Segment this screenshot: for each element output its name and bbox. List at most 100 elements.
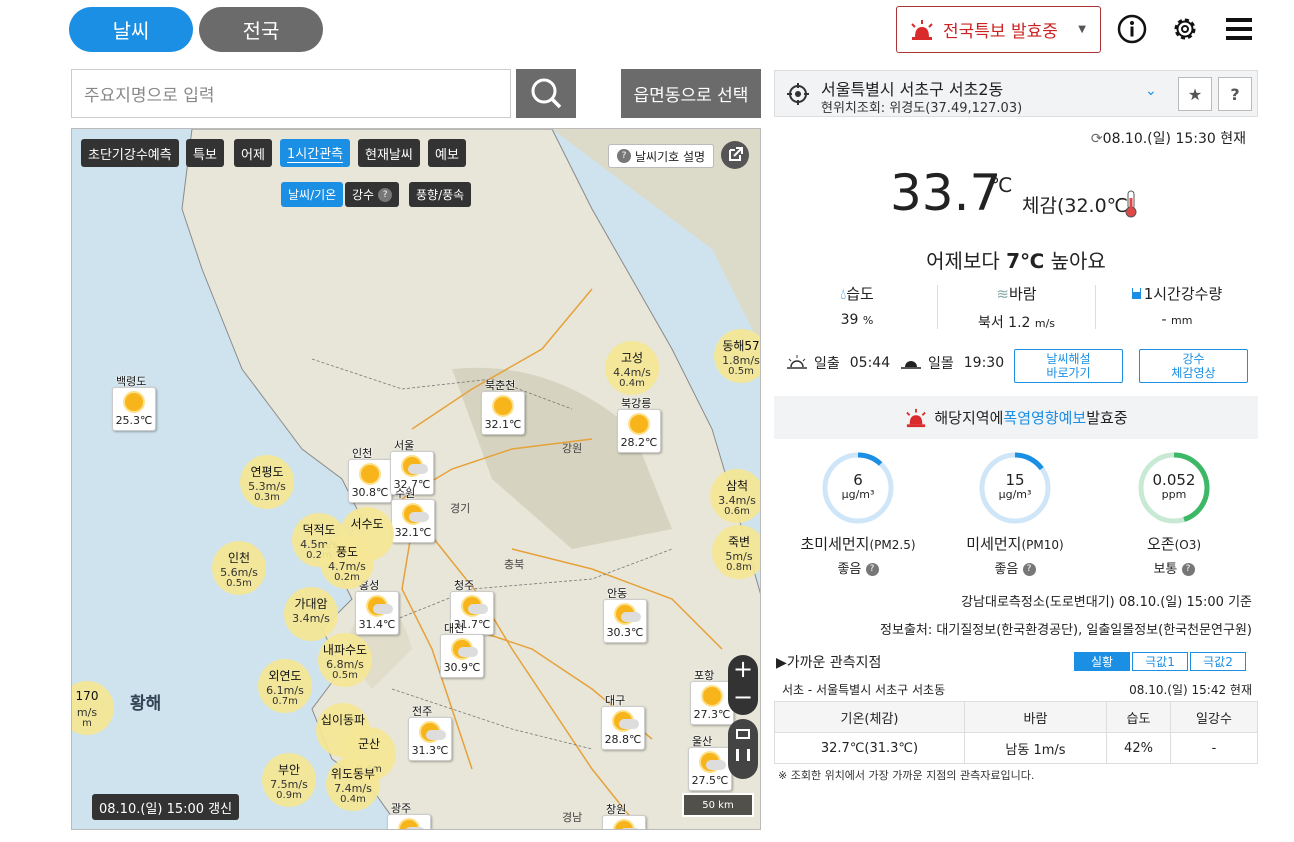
station-name: 안동 — [607, 587, 628, 600]
tab-weather[interactable]: 날씨 — [69, 7, 193, 52]
legend-button[interactable]: ? 날씨기호 설명 — [608, 144, 715, 168]
wind-station[interactable]: 삼척 3.4m/s 0.6m — [710, 469, 760, 523]
help-icon[interactable]: ? — [1022, 563, 1036, 576]
map-sub-wind[interactable]: 풍향/풍속 — [409, 182, 472, 207]
wind-station[interactable]: 위도동부 7.4m/s 0.4m — [326, 757, 380, 811]
emd-select-button[interactable]: 읍면동으로 선택 — [621, 69, 761, 118]
map-station[interactable]: 27.5℃ — [688, 747, 732, 791]
current-temp: 33.7 — [890, 164, 1002, 222]
col-rain: 일강수 — [1170, 701, 1258, 733]
wind-speed: 3.4m/s — [292, 612, 330, 625]
zoom-control[interactable]: + − — [728, 655, 758, 715]
map-station[interactable]: 31.4℃ — [355, 591, 399, 635]
weather-map[interactable]: 초단기강수예측 특보 어제 1시간관측 현재날씨 예보 날씨/기온 강수? 풍향… — [71, 128, 761, 830]
help-icon: ? — [617, 149, 631, 163]
tab-nation[interactable]: 전국 — [199, 7, 323, 52]
search-input[interactable]: 주요지명으로 입력 — [71, 69, 511, 118]
favorite-button[interactable]: ★ — [1178, 77, 1212, 111]
air-grade-text: 보통 — [1153, 562, 1178, 577]
map-station[interactable]: 30.3℃ — [603, 599, 647, 643]
gear-icon[interactable] — [1170, 14, 1200, 44]
wind-station[interactable]: 동해57 1.8m/s 0.5m — [714, 329, 760, 383]
nationwide-warning-button[interactable]: 전국특보 발효중 ▼ — [896, 6, 1101, 53]
air-unit: ppm — [1161, 488, 1187, 501]
sunset-icon — [901, 361, 921, 369]
map-station[interactable] — [387, 814, 431, 829]
chevron-down-icon[interactable]: ⌄ — [1145, 83, 1157, 99]
zoom-in-button[interactable]: + — [728, 655, 758, 683]
wind-station-name: 군산 — [357, 737, 381, 751]
map-btn-current-weather[interactable]: 현재날씨 — [358, 139, 420, 167]
map-btn-warning[interactable]: 특보 — [186, 139, 224, 167]
sun-icon — [703, 687, 721, 705]
wind-station[interactable]: 고성 4.4m/s 0.4m — [605, 341, 659, 395]
map-station[interactable]: 32.1℃ — [481, 391, 525, 435]
wind-station[interactable]: 외연도 6.1m/s 0.7m — [258, 659, 312, 713]
wave-height: 0.4m — [619, 378, 645, 389]
humidity-cell: 💧︎습도 39 % — [840, 285, 874, 328]
map-btn-forecast[interactable]: 예보 — [428, 139, 466, 167]
map-btn-yesterday[interactable]: 어제 — [234, 139, 272, 167]
station-temp: 28.8℃ — [604, 733, 642, 746]
map-station[interactable]: 31.3℃ — [408, 717, 452, 761]
menu-icon[interactable] — [1224, 14, 1254, 44]
wind-station[interactable]: 연평도 5.3m/s 0.3m — [240, 455, 294, 509]
province-label: 경기 — [450, 502, 471, 515]
air-value: 0.052 — [1152, 471, 1196, 489]
tab-current-obs[interactable]: 실황 — [1074, 652, 1130, 671]
wind-station[interactable]: 가대암 3.4m/s — [284, 587, 338, 641]
locate-icon[interactable] — [787, 83, 809, 105]
map-station[interactable] — [602, 815, 646, 829]
layers-icon[interactable] — [736, 749, 750, 761]
external-link-icon[interactable] — [721, 141, 749, 169]
air-label: 초미세먼지(PM2.5) — [781, 533, 935, 554]
province-label: 강원 — [562, 442, 583, 455]
zoom-out-button[interactable]: − — [728, 683, 758, 711]
map-station[interactable]: 30.8℃ — [348, 459, 392, 503]
map-sub-weather-temp[interactable]: 날씨/기온 — [281, 182, 344, 207]
wind-station[interactable]: 풍도 4.7m/s 0.2m — [320, 535, 374, 589]
air-label-text: 미세먼지 — [966, 535, 1022, 553]
map-btn-hourly-obs[interactable]: 1시간관측 — [280, 139, 351, 167]
wind-station[interactable]: 인천 5.6m/s 0.5m — [212, 541, 266, 595]
wind-station[interactable]: 170 m/s m — [72, 681, 114, 735]
air-grade-text: 좋음 — [837, 562, 862, 577]
map-station[interactable]: 28.8℃ — [601, 706, 645, 750]
tab-extreme2[interactable]: 극값2 — [1190, 652, 1246, 671]
map-station[interactable]: 28.2℃ — [617, 409, 661, 453]
map-station[interactable]: 32.1℃ — [391, 499, 435, 543]
rain-video-link[interactable]: 강수 체감영상 — [1139, 349, 1248, 383]
heat-alert-banner[interactable]: 해당지역에 폭염영향예보 발효중 — [774, 396, 1258, 439]
map-sub-rain[interactable]: 강수? — [345, 182, 400, 207]
current-time: ⟳08.10.(일) 15:30 현재 — [1090, 131, 1246, 147]
help-icon[interactable]: ? — [1181, 563, 1195, 576]
wind-station[interactable]: 부안 7.5m/s 0.9m — [262, 753, 316, 807]
map-station[interactable]: 25.3℃ — [112, 387, 156, 431]
wind-station-name: 고성 — [620, 351, 644, 365]
air-label-sub: (PM10) — [1021, 538, 1064, 552]
help-icon[interactable]: ? — [865, 563, 879, 576]
station-name: 수원 — [395, 487, 416, 500]
nearby-obs-table: 기온(체감) 바람 습도 일강수 32.7℃(31.3℃) 남동 1m/s 42… — [774, 701, 1258, 764]
map-station[interactable]: 30.9℃ — [440, 634, 484, 678]
help-button[interactable]: ? — [1218, 77, 1252, 111]
commentary-link[interactable]: 날씨해설 바로가기 — [1014, 349, 1123, 383]
tab-extreme1[interactable]: 극값1 — [1132, 652, 1188, 671]
emd-select-label: 읍면동으로 선택 — [633, 86, 749, 106]
ruler-icon[interactable] — [736, 729, 750, 739]
sea-label: 황해 — [130, 694, 162, 714]
search-button[interactable] — [516, 69, 576, 118]
map-btn-nowcast[interactable]: 초단기강수예측 — [81, 139, 179, 167]
air-label-sub: (PM2.5) — [869, 538, 916, 552]
wind-station[interactable]: 내파수도 6.8m/s 0.5m — [318, 633, 372, 687]
info-icon[interactable] — [1117, 14, 1147, 44]
wind-cell: ≋바람 북서 1.2 m/s — [977, 285, 1056, 331]
map-tools[interactable] — [728, 719, 758, 779]
station-temp: 25.3℃ — [115, 414, 153, 427]
refresh-icon[interactable]: ⟳ — [1091, 131, 1103, 147]
cloud-icon — [706, 760, 726, 770]
warning-label: 전국특보 발효중 — [943, 22, 1058, 42]
wind-station[interactable]: 죽변 5m/s 0.8m — [712, 525, 760, 579]
air-quality-gauge: 0.052 ppm — [1137, 451, 1211, 525]
thermometer-icon — [1125, 190, 1137, 218]
